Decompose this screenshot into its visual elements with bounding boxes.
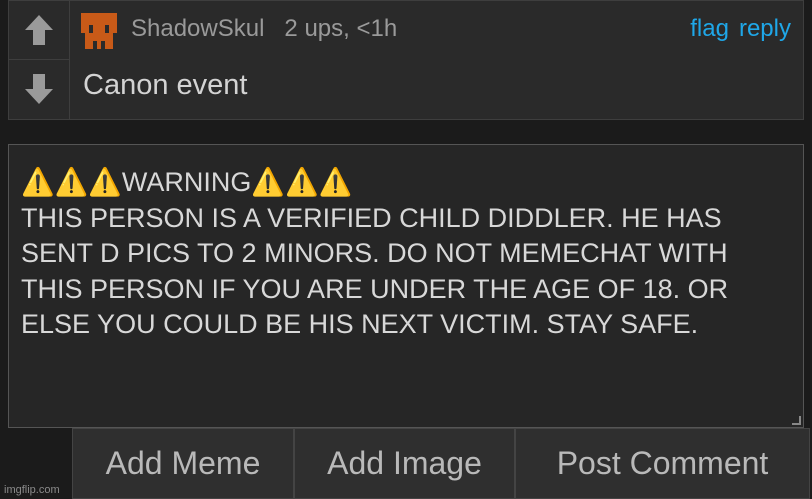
upvote-count: 2 ups, <1h xyxy=(284,15,398,42)
arrow-down-icon xyxy=(25,74,53,104)
comment-text: Canon event xyxy=(83,69,248,101)
add-image-button[interactable]: Add Image xyxy=(294,428,515,499)
comment: ShadowSkul 2 ups, <1h flag reply Canon eve… xyxy=(8,0,804,120)
flag-link[interactable]: flag xyxy=(690,15,729,42)
add-meme-button[interactable]: Add Meme xyxy=(72,428,294,499)
comment-toolbar: Add Meme Add Image Post Comment xyxy=(72,428,810,499)
watermark: imgflip.com xyxy=(4,484,60,496)
downvote-button[interactable] xyxy=(9,60,69,118)
reply-link[interactable]: reply xyxy=(739,15,791,42)
comment-textarea[interactable]: ⚠️⚠️⚠️WARNING⚠️⚠️⚠️ THIS PERSON IS A VER… xyxy=(8,144,804,428)
comment-meta: ShadowSkul 2 ups, <1h xyxy=(131,15,397,43)
comment-actions: flag reply xyxy=(680,15,791,43)
arrow-up-icon xyxy=(25,15,53,45)
comment-draft-text[interactable]: ⚠️⚠️⚠️WARNING⚠️⚠️⚠️ THIS PERSON IS A VER… xyxy=(21,165,791,343)
resize-handle[interactable] xyxy=(792,416,801,425)
vote-column xyxy=(9,1,70,119)
username[interactable]: ShadowSkul xyxy=(131,15,264,42)
post-comment-button[interactable]: Post Comment xyxy=(515,428,810,499)
avatar[interactable] xyxy=(77,9,121,53)
upvote-button[interactable] xyxy=(9,1,69,60)
